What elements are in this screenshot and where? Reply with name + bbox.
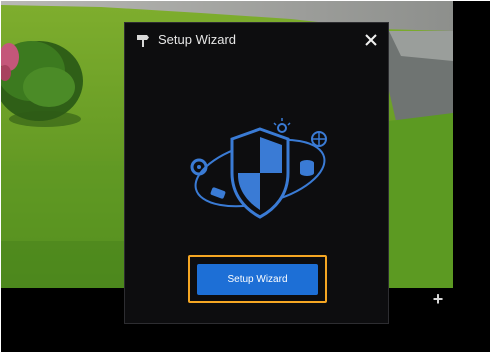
signpost-icon bbox=[137, 35, 149, 47]
setup-wizard-button[interactable]: Setup Wizard bbox=[197, 264, 318, 295]
dialog-header: Setup Wizard bbox=[125, 23, 388, 57]
right-panel-strip bbox=[453, 1, 490, 288]
security-shield-icon bbox=[190, 118, 327, 219]
screen-frame: + Setup Wizard Setup Wizard bbox=[1, 1, 490, 352]
dialog-title: Setup Wizard bbox=[158, 32, 237, 47]
close-icon[interactable] bbox=[362, 31, 380, 49]
setup-wizard-dialog: Setup Wizard Setup Wizard bbox=[124, 22, 389, 324]
add-button[interactable]: + bbox=[429, 289, 447, 309]
